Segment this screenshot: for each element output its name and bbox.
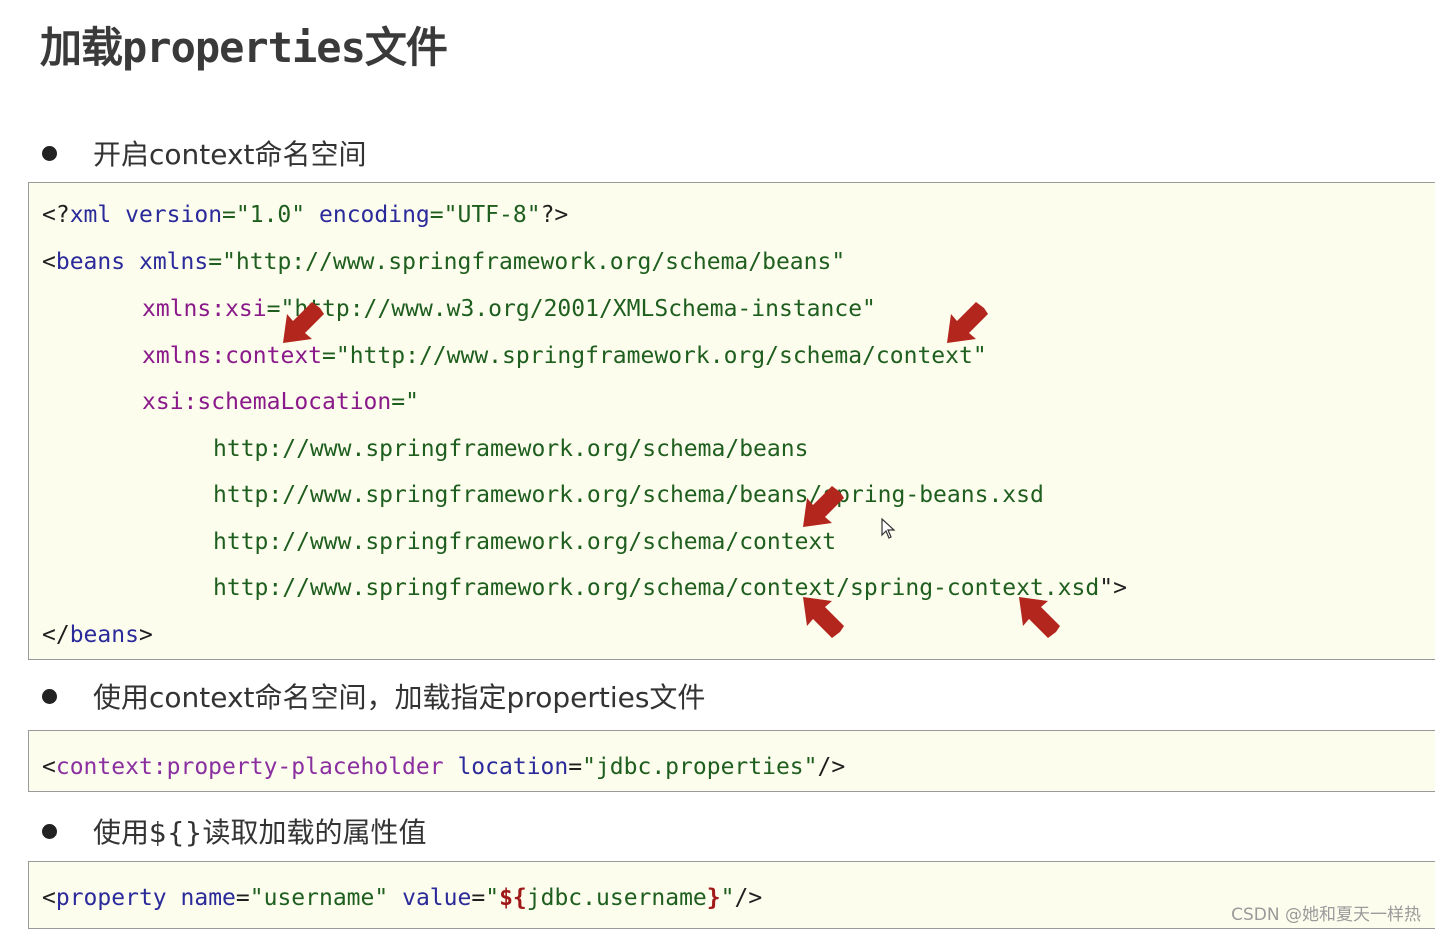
- code-token: http://www.springframework.org/schema/be…: [213, 482, 1044, 508]
- code-token: </: [42, 622, 70, 648]
- annotation-arrow-icon: [283, 302, 324, 343]
- code-token: ="http://www.springframework.org/schema/…: [322, 343, 987, 369]
- watermark: CSDN @她和夏天一样热: [1231, 905, 1421, 925]
- annotation-arrow-icon: [803, 597, 844, 638]
- bullet-text: 使用${}读取加载的属性值: [93, 816, 427, 849]
- code-token: ="UTF-8": [429, 202, 541, 228]
- code-token: "jdbc.properties": [582, 754, 818, 780]
- code-token: location: [457, 754, 569, 780]
- bullet-dot: [42, 688, 57, 704]
- bullet-item-1: 开启context命名空间: [42, 133, 367, 173]
- annotation-arrow-icon: [803, 486, 844, 527]
- code-token: property: [55, 885, 167, 911]
- code-token: ="1.0": [222, 202, 306, 228]
- code-token: context:property-placeholder: [55, 754, 444, 780]
- mouse-cursor-icon: [881, 518, 896, 539]
- bullet-item-3: 使用${}读取加载的属性值: [42, 811, 426, 851]
- code-token: =": [391, 389, 419, 415]
- code-line-property-placeholder: <context:property-placeholder location="…: [42, 752, 845, 782]
- code-token: http://www.springframework.org/schema/be…: [213, 436, 809, 462]
- code-line-xmlns-context: xmlns:context="http://www.springframewor…: [142, 341, 987, 371]
- code-line-url-beans: http://www.springframework.org/schema/be…: [213, 434, 808, 464]
- code-token: <: [42, 885, 56, 911]
- code-token: value: [402, 885, 472, 911]
- code-line-beans-close: </beans>: [42, 620, 153, 650]
- code-line-url-context-xsd: http://www.springframework.org/schema/co…: [213, 573, 1127, 603]
- bullet-text: 开启context命名空间: [93, 138, 367, 171]
- code-token: encoding: [319, 202, 430, 228]
- code-line-property: <property name="username" value="${jdbc.…: [42, 883, 762, 913]
- code-token: xmlns: [138, 249, 209, 275]
- code-token: version: [125, 202, 223, 228]
- bullet-dot: [42, 823, 57, 839]
- page-title: 加载properties文件: [40, 23, 448, 72]
- code-token: beans: [69, 622, 139, 648]
- code-token: >: [138, 622, 153, 648]
- code-token: <?: [42, 202, 70, 228]
- code-token: />: [817, 754, 846, 780]
- code-token: ?>: [540, 202, 569, 228]
- code-line-schema-location: xsi:schemaLocation=": [142, 387, 419, 417]
- code-token: "username": [249, 885, 389, 911]
- code-token: ": [485, 885, 500, 911]
- code-token: xml: [69, 202, 112, 228]
- bullet-dot: [42, 145, 57, 161]
- code-token: xmlns:context: [142, 343, 323, 369]
- code-line-url-context: http://www.springframework.org/schema/co…: [213, 527, 836, 557]
- code-token: ": [720, 885, 735, 911]
- code-token: http://www.springframework.org/schema/co…: [213, 575, 1100, 601]
- code-token: <: [42, 249, 56, 275]
- code-line-xmlns-xsi: xmlns:xsi="http://www.w3.org/2001/XMLSch…: [142, 294, 876, 324]
- code-token: =: [568, 754, 583, 780]
- code-token: ">: [1099, 575, 1127, 601]
- code-token: =: [235, 885, 250, 911]
- bullet-item-2: 使用context命名空间，加载指定properties文件: [42, 676, 705, 716]
- code-line-beans-open: <beans xmlns="http://www.springframework…: [42, 247, 845, 277]
- code-token: beans: [55, 249, 126, 275]
- code-token: ="http://www.springframework.org/schema/…: [208, 249, 846, 275]
- code-token: =: [471, 885, 486, 911]
- code-line-url-beans-xsd: http://www.springframework.org/schema/be…: [213, 480, 1044, 510]
- bullet-text: 使用context命名空间，加载指定properties文件: [93, 681, 706, 714]
- code-token: name: [180, 885, 236, 911]
- code-block-context-namespace: <?xml version="1.0" encoding="UTF-8"?> <…: [28, 182, 1435, 660]
- annotation-arrow-icon: [947, 302, 988, 343]
- code-token: ="http://www.w3.org/2001/XMLSchema-insta…: [266, 296, 876, 322]
- code-block-property-placeholder: <context:property-placeholder location="…: [28, 730, 1435, 792]
- code-token: xsi:schemaLocation: [142, 389, 392, 415]
- code-token: }: [706, 885, 721, 911]
- code-block-property-value: <property name="username" value="${jdbc.…: [28, 861, 1435, 929]
- code-token: ${: [499, 885, 527, 911]
- code-token: xmlns:xsi: [142, 296, 267, 322]
- code-token: />: [734, 885, 763, 911]
- code-token: http://www.springframework.org/schema/co…: [213, 529, 837, 555]
- code-line-xml-declaration: <?xml version="1.0" encoding="UTF-8"?>: [42, 200, 568, 230]
- code-token: jdbc.username: [526, 885, 707, 911]
- code-token: <: [42, 754, 56, 780]
- annotation-arrow-icon: [1019, 597, 1060, 638]
